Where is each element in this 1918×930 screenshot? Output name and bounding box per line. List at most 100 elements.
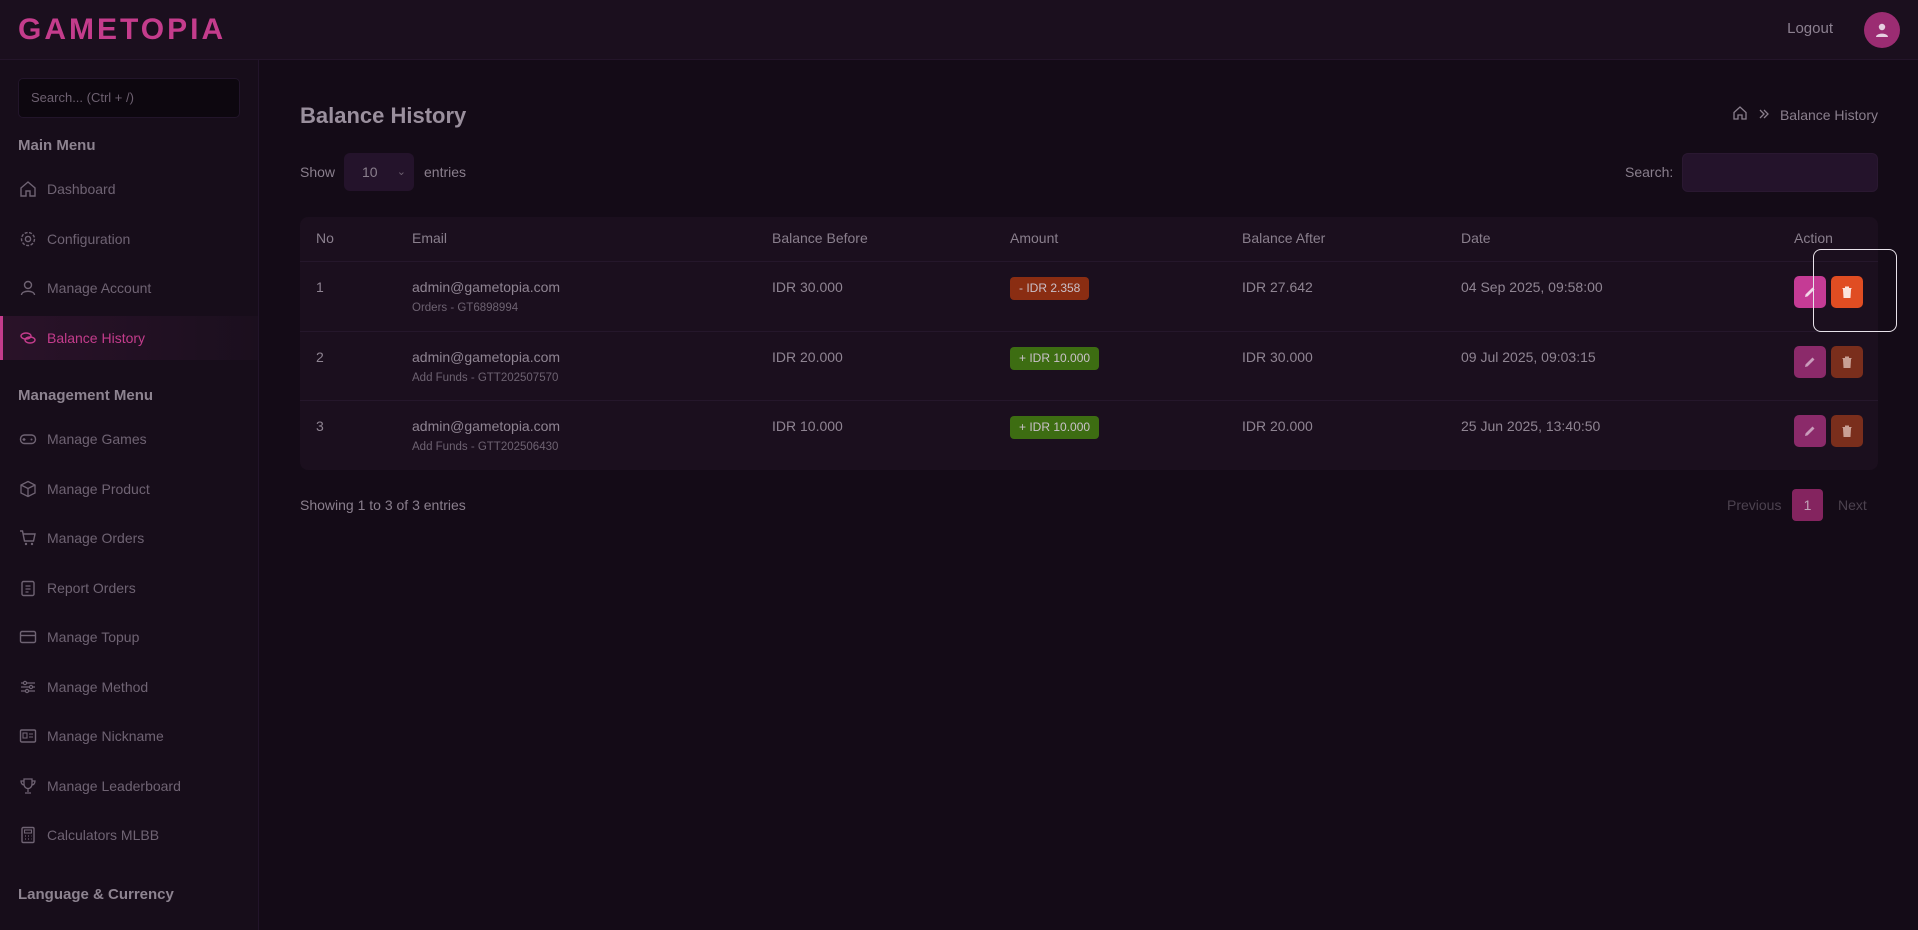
sidebar-item-manage-leaderboard[interactable]: Manage Leaderboard [0, 764, 258, 808]
sidebar-item-balance-history[interactable]: Balance History [0, 316, 258, 360]
gamepad-icon [18, 429, 38, 449]
column-header-balance-after[interactable]: Balance After [1242, 230, 1325, 246]
balance-history-table: No Email Balance Before Amount Balance A… [300, 217, 1878, 470]
sidebar-item-label: Manage Method [47, 679, 149, 695]
home-icon [18, 179, 38, 199]
user-icon [1876, 23, 1888, 37]
sidebar-item-label: Configuration [47, 231, 131, 247]
card-icon [18, 627, 38, 647]
sidebar-item-label: Manage Orders [47, 530, 145, 546]
cell-no: 2 [316, 349, 324, 365]
cell-email: admin@gametopia.com [412, 418, 561, 434]
cell-email: admin@gametopia.com [412, 349, 561, 365]
cell-date: 25 Jun 2025, 13:40:50 [1461, 418, 1601, 434]
sidebar-item-label: Manage Nickname [47, 728, 164, 744]
amount-badge: + IDR 10.000 [1010, 416, 1100, 439]
column-header-no[interactable]: No [316, 230, 334, 246]
logout-link[interactable]: Logout [1787, 20, 1833, 37]
cell-no: 1 [316, 279, 324, 295]
sidebar-item-label: Manage Games [47, 431, 147, 447]
table-search-input[interactable] [1682, 153, 1878, 192]
cell-date: 09 Jul 2025, 09:03:15 [1461, 349, 1596, 365]
cell-balance-before: IDR 30.000 [772, 279, 843, 295]
focus-highlight [1813, 249, 1897, 332]
language-currency-title: Language & Currency [18, 886, 174, 903]
pencil-icon [1805, 357, 1815, 367]
coins-icon [18, 328, 38, 348]
delete-button[interactable] [1831, 346, 1863, 378]
sidebar-item-manage-product[interactable]: Manage Product [0, 467, 258, 511]
id-card-icon [18, 726, 38, 746]
pagination-next[interactable]: Next [1838, 497, 1867, 513]
cell-note: Add Funds - GTT202506430 [412, 441, 559, 453]
row-divider [300, 331, 1878, 332]
cell-balance-before: IDR 10.000 [772, 418, 843, 434]
column-header-date[interactable]: Date [1461, 230, 1491, 246]
edit-button[interactable] [1794, 415, 1826, 447]
delete-button[interactable] [1831, 415, 1863, 447]
sidebar-item-label: Manage Topup [47, 629, 140, 645]
home-icon[interactable] [1732, 105, 1748, 124]
logo[interactable]: GAMETOPIA [18, 12, 226, 48]
sidebar-item-label: Manage Account [47, 280, 152, 296]
sidebar-item-label: Manage Leaderboard [47, 778, 181, 794]
avatar[interactable] [1864, 12, 1900, 48]
amount-badge: - IDR 2.358 [1010, 277, 1090, 300]
pagination-previous[interactable]: Previous [1727, 497, 1781, 513]
sliders-icon [18, 677, 38, 697]
pagination-page-1[interactable]: 1 [1792, 489, 1823, 521]
entries-label: entries [424, 164, 467, 180]
sidebar-item-label: Manage Product [47, 481, 150, 497]
user-icon [18, 278, 38, 298]
sidebar-item-dashboard[interactable]: Dashboard [0, 167, 258, 211]
calculator-icon [18, 825, 38, 845]
sidebar-item-manage-topup[interactable]: Manage Topup [0, 615, 258, 659]
sidebar-item-label: Balance History [47, 330, 146, 346]
trash-icon [1842, 425, 1852, 437]
breadcrumb: Balance History [1732, 105, 1878, 124]
sidebar-item-manage-nickname[interactable]: Manage Nickname [0, 714, 258, 758]
cell-balance-after: IDR 30.000 [1242, 349, 1313, 365]
breadcrumb-current: Balance History [1779, 106, 1878, 123]
cell-date: 04 Sep 2025, 09:58:00 [1461, 279, 1603, 295]
management-menu-title: Management Menu [18, 387, 154, 404]
sidebar-search-input[interactable]: Search... (Ctrl + /) [18, 78, 240, 118]
row-divider [300, 261, 1878, 262]
show-label: Show [300, 164, 336, 180]
search-label: Search: [1625, 164, 1674, 180]
cell-note: Orders - GT6898994 [412, 302, 519, 314]
chevrons-right-icon [1758, 107, 1770, 123]
row-divider [300, 400, 1878, 401]
cell-balance-after: IDR 20.000 [1242, 418, 1313, 434]
amount-badge: + IDR 10.000 [1010, 347, 1100, 370]
sidebar-item-manage-method[interactable]: Manage Method [0, 665, 258, 709]
box-icon [18, 479, 38, 499]
sidebar-item-configuration[interactable]: Configuration [0, 217, 258, 261]
cell-no: 3 [316, 418, 324, 434]
entries-select[interactable]: 10 ⌄ [344, 153, 414, 191]
main-menu-title: Main Menu [18, 137, 96, 154]
column-header-balance-before[interactable]: Balance Before [772, 230, 868, 246]
cell-email: admin@gametopia.com [412, 279, 561, 295]
column-header-email[interactable]: Email [412, 230, 447, 246]
edit-button[interactable] [1794, 346, 1826, 378]
cell-note: Add Funds - GTT202507570 [412, 372, 559, 384]
sidebar-item-report-orders[interactable]: Report Orders [0, 566, 258, 610]
column-header-amount[interactable]: Amount [1010, 230, 1058, 246]
chevron-down-icon: ⌄ [396, 166, 406, 178]
sidebar-item-manage-account[interactable]: Manage Account [0, 266, 258, 310]
table-info: Showing 1 to 3 of 3 entries [300, 497, 466, 513]
trash-icon [1842, 356, 1852, 368]
sidebar: Search... (Ctrl + /) Main Menu Dashboard… [0, 60, 259, 930]
cart-icon [18, 528, 38, 548]
cell-balance-before: IDR 20.000 [772, 349, 843, 365]
top-bar: GAMETOPIA Logout [0, 0, 1918, 60]
sidebar-item-manage-games[interactable]: Manage Games [0, 417, 258, 461]
sidebar-item-calculators-mlbb[interactable]: Calculators MLBB [0, 813, 258, 857]
trophy-icon [18, 776, 38, 796]
sidebar-item-label: Report Orders [47, 580, 136, 596]
sidebar-item-manage-orders[interactable]: Manage Orders [0, 516, 258, 560]
page-title: Balance History [300, 103, 467, 128]
sidebar-item-label: Dashboard [47, 181, 116, 197]
pencil-icon [1805, 426, 1815, 436]
